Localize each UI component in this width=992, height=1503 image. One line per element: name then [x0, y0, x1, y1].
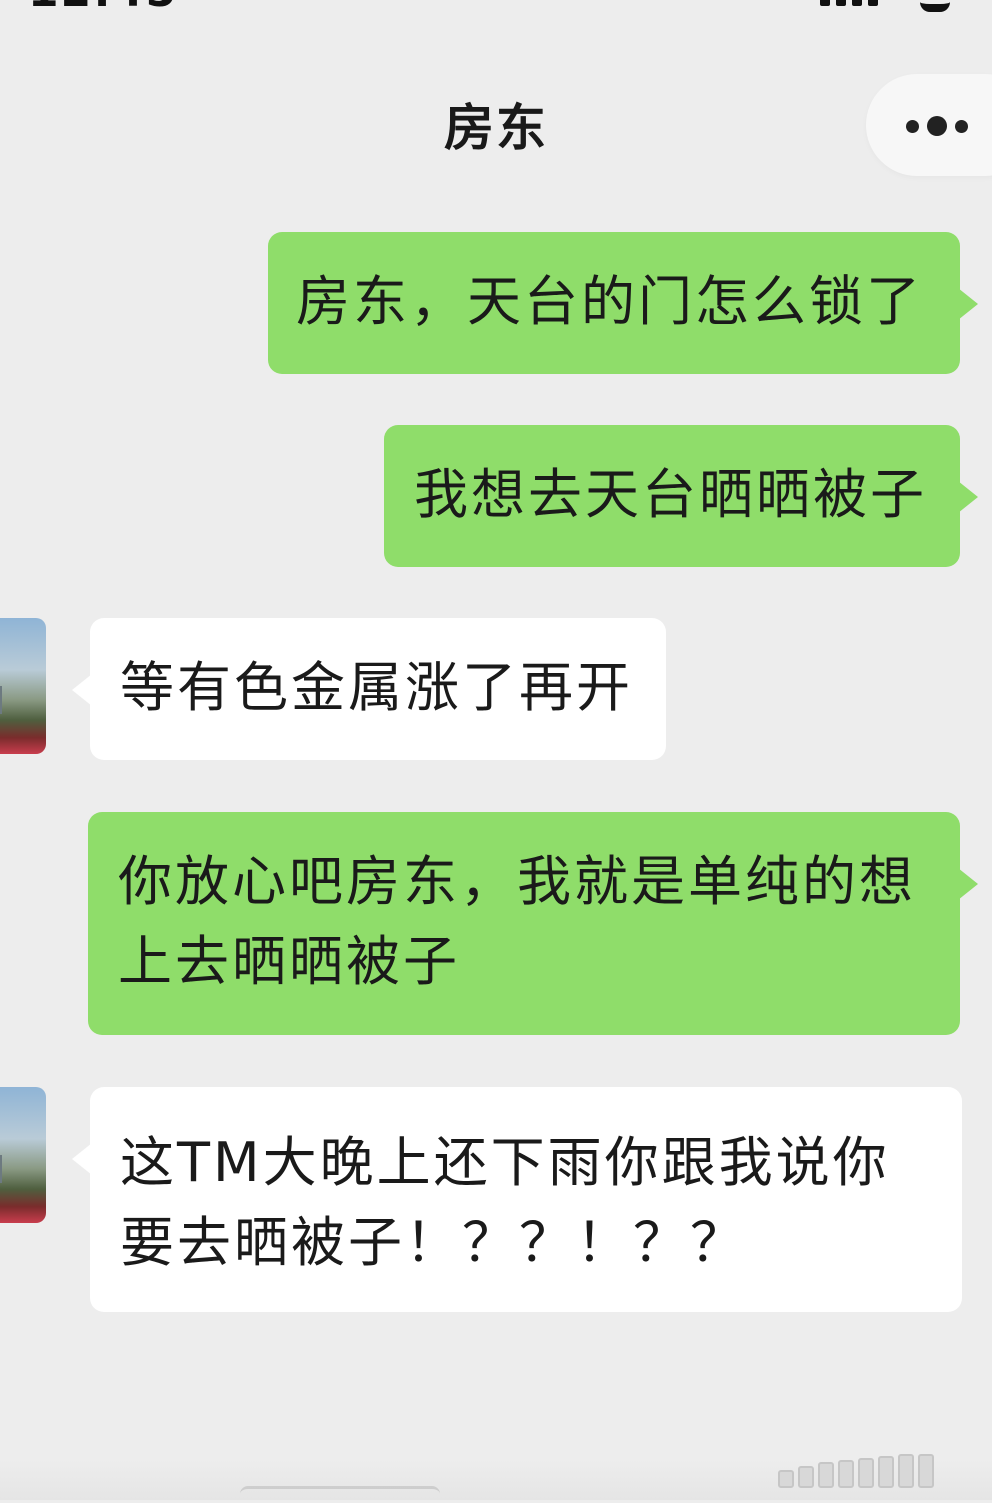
more-dots-icon: [906, 116, 968, 136]
input-bar-edge: [240, 1486, 440, 1503]
outgoing-message[interactable]: 房东，天台的门怎么锁了: [268, 232, 978, 374]
outgoing-message[interactable]: 我想去天台晒晒被子: [384, 425, 978, 567]
incoming-message[interactable]: 这TM大晚上还下雨你跟我说你要去晒被子！？？！？？: [72, 1087, 962, 1312]
wifi-icon: [920, 0, 950, 12]
signal-icon: [820, 0, 900, 6]
more-button[interactable]: [866, 74, 992, 176]
contact-avatar[interactable]: [0, 618, 46, 754]
status-time: 12:45: [28, 0, 178, 17]
status-bar: 12:45: [0, 0, 992, 40]
chat-title: 房东: [444, 99, 548, 157]
incoming-message[interactable]: 等有色金属涨了再开: [72, 618, 666, 760]
outgoing-message[interactable]: 你放心吧房东，我就是单纯的想上去晒晒被子: [88, 812, 978, 1035]
bottom-toolbar-fragment: [778, 1452, 988, 1488]
contact-avatar[interactable]: [0, 1087, 46, 1223]
